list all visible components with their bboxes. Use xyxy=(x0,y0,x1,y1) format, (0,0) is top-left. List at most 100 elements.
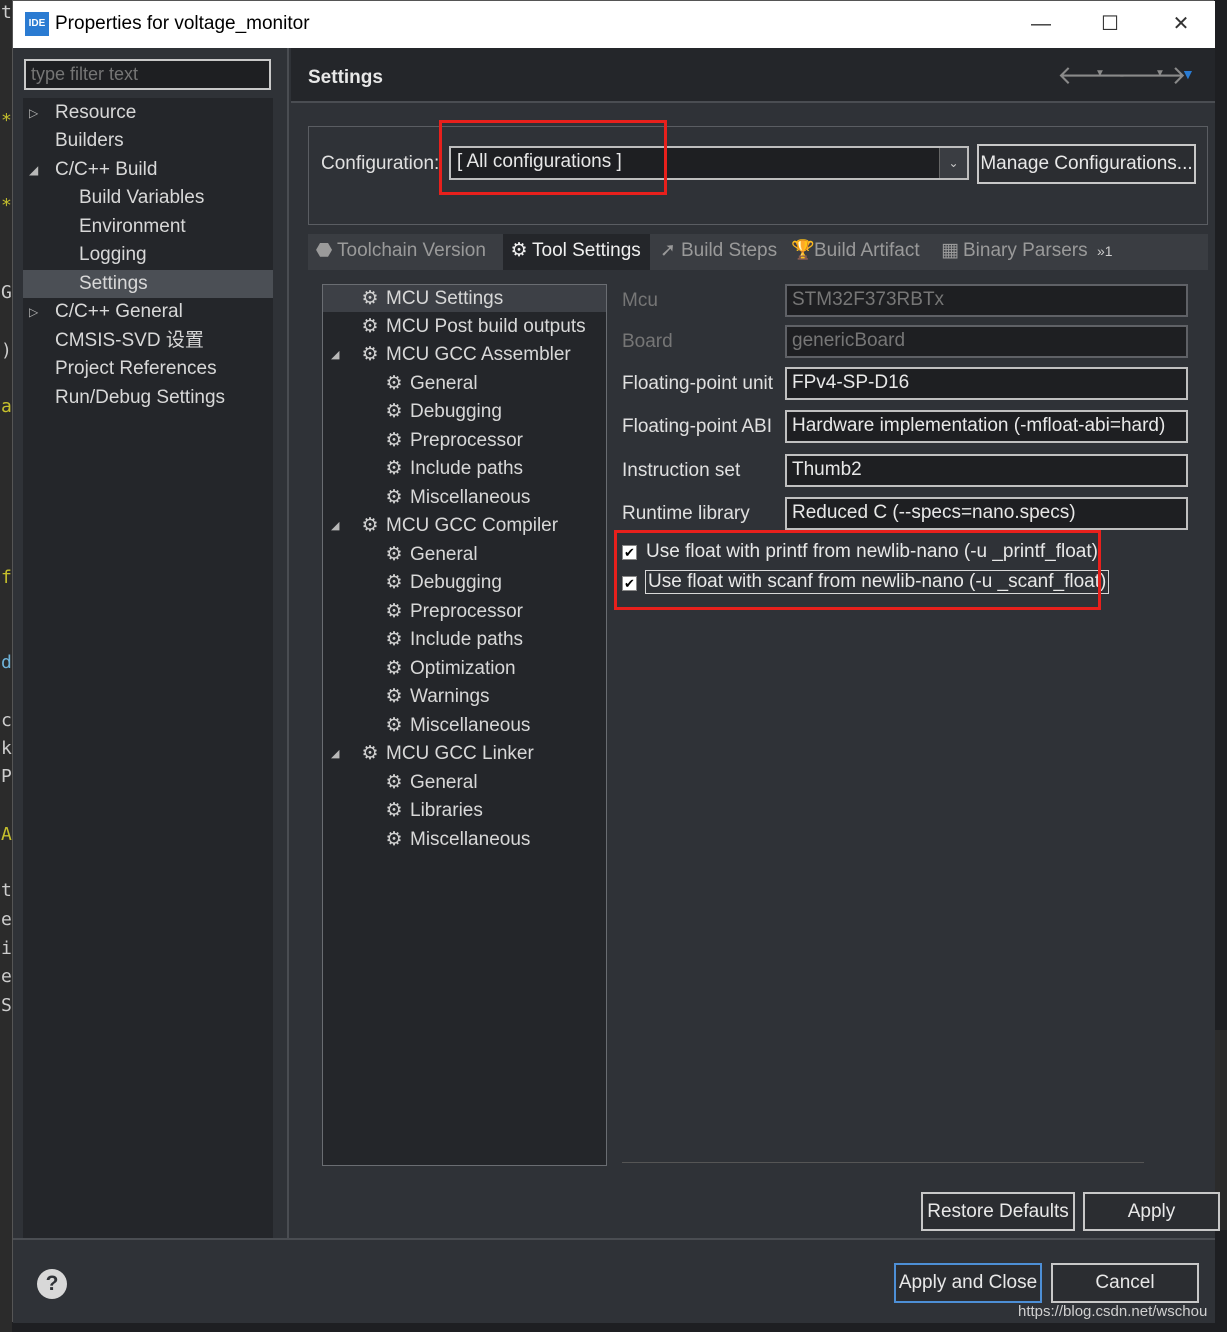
window-title: Properties for voltage_monitor xyxy=(55,13,310,34)
gear-icon: ⚙ xyxy=(385,458,403,479)
tree-item-mcu-settings[interactable]: ⚙ MCU Settings xyxy=(323,285,606,312)
view-menu-icon[interactable]: ▼ xyxy=(1181,66,1195,82)
nav-item-cpp-general[interactable]: C/C++ General xyxy=(55,298,265,326)
gear-icon: ⚙ xyxy=(385,373,403,394)
forward-dropdown-icon[interactable]: ▼ xyxy=(1155,68,1165,79)
tool-settings-tree: ⚙ MCU Settings ⚙ MCU Post build outputs ◢ … xyxy=(322,284,607,1166)
nav-item-build-variables[interactable]: Build Variables xyxy=(79,184,265,212)
restore-defaults-button[interactable]: Restore Defaults xyxy=(921,1192,1075,1231)
gear-icon: ⚙ xyxy=(385,487,403,508)
tree-item-label: General xyxy=(410,544,478,565)
apply-and-close-button[interactable]: Apply and Close xyxy=(894,1263,1042,1303)
bg-char: a xyxy=(1,396,12,417)
properties-dialog: IDE Properties for voltage_monitor — ☐ ✕… xyxy=(12,0,1220,1323)
tree-item-cc-general[interactable]: ⚙ General xyxy=(383,541,478,568)
tab-binary-parsers[interactable]: ▦ Binary Parsers xyxy=(934,234,1088,270)
tree-item-asm-preprocessor[interactable]: ⚙ Preprocessor xyxy=(383,427,523,454)
mcu-label: Mcu xyxy=(622,290,658,311)
tree-item-asm-general[interactable]: ⚙ General xyxy=(383,370,478,397)
tree-item-cc-warnings[interactable]: ⚙ Warnings xyxy=(383,683,490,710)
manage-configurations-button[interactable]: Manage Configurations... xyxy=(977,144,1196,184)
tab-tool-settings[interactable]: ⚙ Tool Settings xyxy=(503,234,650,270)
tree-item-compiler[interactable]: ⚙ MCU GCC Compiler xyxy=(359,512,558,539)
nav-item-logging[interactable]: Logging xyxy=(79,241,265,269)
nav-item-resource[interactable]: Resource xyxy=(55,99,265,127)
bg-char: c xyxy=(1,710,12,731)
watermark-text: https://blog.csdn.net/wschou xyxy=(1018,1303,1208,1320)
gear-icon: ⚙ xyxy=(385,401,403,422)
collapse-arrow-icon[interactable]: ◢ xyxy=(331,348,339,361)
bg-char: P xyxy=(1,766,12,787)
cancel-button[interactable]: Cancel xyxy=(1051,1263,1199,1303)
chevron-down-icon[interactable]: ⌄ xyxy=(939,148,967,178)
float-abi-label: Floating-point ABI xyxy=(622,416,772,437)
build-steps-icon: ➚ xyxy=(660,240,676,261)
tree-item-linker[interactable]: ⚙ MCU GCC Linker xyxy=(359,740,533,767)
gear-icon: ⚙ xyxy=(361,515,379,536)
nav-item-project-references[interactable]: Project References xyxy=(55,355,265,383)
forward-arrow-icon[interactable]: 🡒 xyxy=(1117,60,1187,91)
tree-item-cc-debugging[interactable]: ⚙ Debugging xyxy=(383,569,501,596)
title-bar[interactable]: IDE Properties for voltage_monitor — ☐ ✕ xyxy=(13,1,1215,48)
tree-item-ld-libraries[interactable]: ⚙ Libraries xyxy=(383,797,483,824)
maximize-button[interactable]: ☐ xyxy=(1090,9,1130,39)
tab-toolchain-version[interactable]: ⬣ Toolchain Version xyxy=(308,234,501,270)
gear-icon: ⚙ xyxy=(361,316,379,337)
gear-icon: ⚙ xyxy=(385,572,403,593)
gear-icon: ⚙ xyxy=(385,715,403,736)
nav-item-cmsis-svd[interactable]: CMSIS-SVD 设置 xyxy=(55,327,265,355)
tree-item-cc-preprocessor[interactable]: ⚙ Preprocessor xyxy=(383,598,523,625)
close-button[interactable]: ✕ xyxy=(1161,9,1201,39)
float-abi-select[interactable]: Hardware implementation (-mfloat-abi=har… xyxy=(785,410,1188,443)
tree-item-ld-miscellaneous[interactable]: ⚙ Miscellaneous xyxy=(383,826,530,853)
nav-item-builders[interactable]: Builders xyxy=(55,127,265,155)
collapse-arrow-icon[interactable]: ◢ xyxy=(331,519,339,532)
bg-char: t xyxy=(1,880,12,901)
fpu-select[interactable]: FPv4-SP-D16 xyxy=(785,367,1188,400)
trophy-icon: 🏆 xyxy=(791,240,815,261)
nav-item-environment[interactable]: Environment xyxy=(79,213,265,241)
tree-item-ld-general[interactable]: ⚙ General xyxy=(383,769,477,796)
tree-item-label: General xyxy=(410,373,478,394)
tree-item-label: Warnings xyxy=(410,686,490,707)
tab-overflow[interactable]: »1 xyxy=(1091,234,1134,270)
settings-header: Settings 🡐 ▼ 🡒 ▼ ▼ xyxy=(291,48,1215,103)
back-dropdown-icon[interactable]: ▼ xyxy=(1095,68,1105,79)
bg-char: e xyxy=(1,909,12,930)
gear-icon: ⚙ xyxy=(385,772,403,793)
nav-item-run-debug-settings[interactable]: Run/Debug Settings xyxy=(55,384,265,412)
instruction-set-select[interactable]: Thumb2 xyxy=(785,454,1188,487)
gear-icon: ⚙ xyxy=(385,658,403,679)
bg-char: k xyxy=(1,738,12,759)
gear-icon: ⚙ xyxy=(385,800,403,821)
runtime-library-select[interactable]: Reduced C (--specs=nano.specs) xyxy=(785,497,1188,530)
tree-item-cc-include-paths[interactable]: ⚙ Include paths xyxy=(383,626,523,653)
apply-button[interactable]: Apply xyxy=(1083,1192,1220,1231)
tab-build-steps[interactable]: ➚ Build Steps xyxy=(652,234,782,270)
tree-item-mcu-post-build[interactable]: ⚙ MCU Post build outputs xyxy=(359,313,585,340)
tree-item-assembler[interactable]: ⚙ MCU GCC Assembler xyxy=(359,341,571,368)
tree-item-asm-miscellaneous[interactable]: ⚙ Miscellaneous xyxy=(383,484,530,511)
tree-item-label: Include paths xyxy=(410,458,524,479)
tab-build-artifact[interactable]: 🏆Build Artifact xyxy=(785,234,931,270)
tree-item-label: MCU GCC Compiler xyxy=(386,515,559,536)
tree-item-label: Libraries xyxy=(410,800,483,821)
filter-input[interactable] xyxy=(24,59,271,90)
bg-char: f xyxy=(1,567,12,588)
highlight-box-float-options xyxy=(614,530,1101,610)
tree-item-cc-optimization[interactable]: ⚙ Optimization xyxy=(383,655,515,682)
expand-arrow-icon[interactable]: ▷ xyxy=(29,106,38,120)
bg-char: t xyxy=(1,2,12,23)
collapse-arrow-icon[interactable]: ◢ xyxy=(331,747,339,760)
tree-item-cc-miscellaneous[interactable]: ⚙ Miscellaneous xyxy=(383,712,530,739)
nav-item-settings[interactable]: Settings xyxy=(23,270,273,298)
collapse-arrow-icon[interactable]: ◢ xyxy=(29,163,38,177)
tree-item-label: MCU GCC Assembler xyxy=(386,344,571,365)
tree-item-asm-include-paths[interactable]: ⚙ Include paths xyxy=(383,455,523,482)
bg-char: i xyxy=(1,938,12,959)
nav-item-cpp-build[interactable]: C/C++ Build xyxy=(55,156,265,184)
help-icon[interactable]: ? xyxy=(37,1269,67,1299)
minimize-button[interactable]: — xyxy=(1021,9,1061,39)
tree-item-asm-debugging[interactable]: ⚙ Debugging xyxy=(383,398,501,425)
expand-arrow-icon[interactable]: ▷ xyxy=(29,305,38,319)
